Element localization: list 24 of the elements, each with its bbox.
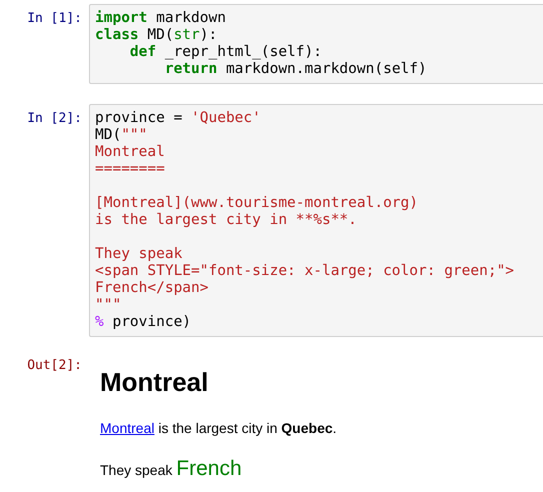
code-line: % province) xyxy=(95,314,192,331)
code-line: def _repr_html_(self): xyxy=(128,44,322,61)
code-line: """ xyxy=(95,297,122,314)
code-cell[interactable]: import markdown class MD(str): def _repr_html_(self): return markdown.markdown(self) xyxy=(89,4,543,84)
output-heading: Montreal xyxy=(100,367,208,397)
code-line: [Montreal](www.tourisme-montreal.org) xyxy=(95,195,418,212)
code-line: Montreal xyxy=(95,144,165,161)
code-line: They speak xyxy=(95,246,182,263)
code-line: <span STYLE="font-size: x-large; color: green;"> xyxy=(95,263,514,280)
output-paragraph: They speak French xyxy=(100,456,242,482)
code-line: return markdown.markdown(self) xyxy=(164,61,427,78)
code-line: is the largest city in **%s**. xyxy=(95,212,357,229)
code-line: French</span> xyxy=(95,280,208,297)
code-line: MD(""" xyxy=(95,127,148,144)
code-line: class MD(str): xyxy=(95,27,218,44)
code-line: ======== xyxy=(95,161,165,178)
code-line: province = 'Quebec' xyxy=(95,110,261,127)
output-paragraph: Montreal is the largest city in Quebec. xyxy=(100,419,337,437)
output-prompt: Out[2]: xyxy=(27,357,82,374)
code-cell[interactable] xyxy=(89,104,543,337)
code-line: import markdown xyxy=(95,10,226,27)
input-prompt: In [1]: xyxy=(27,10,82,27)
montreal-link[interactable]: Montreal xyxy=(100,420,154,436)
input-prompt: In [2]: xyxy=(27,110,82,127)
